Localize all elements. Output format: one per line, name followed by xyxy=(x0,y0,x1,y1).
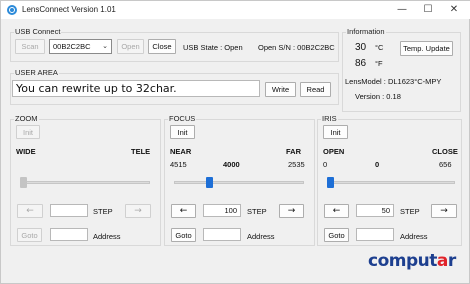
zoom-slider-thumb[interactable] xyxy=(20,177,27,188)
iris-goto-button[interactable]: Goto xyxy=(324,228,349,242)
iris-min-value: 0 xyxy=(323,160,328,169)
read-button[interactable]: Read xyxy=(300,82,331,97)
app-icon xyxy=(7,5,17,15)
serial-number-text: Open S/N : 00B2C2BC xyxy=(258,43,335,52)
information-label: Information xyxy=(346,27,386,36)
logo-main-text: comput xyxy=(368,251,437,271)
focus-min-label: NEAR xyxy=(170,147,192,156)
minimize-button[interactable]: — xyxy=(389,1,415,19)
iris-slider-track[interactable] xyxy=(327,181,455,184)
temp-fahrenheit-value: 86 xyxy=(355,58,367,69)
focus-max-label: FAR xyxy=(286,147,301,156)
lens-model-text: LensModel : DL1623°C-MPY xyxy=(345,77,442,86)
iris-min-label: OPEN xyxy=(323,147,345,156)
zoom-max-label: TELE xyxy=(131,147,151,156)
zoom-step-label: STEP xyxy=(93,207,113,216)
focus-goto-button[interactable]: Goto xyxy=(171,228,196,242)
iris-left-button[interactable]: ← xyxy=(324,204,349,218)
focus-address-label: Address xyxy=(247,232,275,241)
chevron-down-icon: ⌄ xyxy=(102,42,108,50)
fahrenheit-unit: °F xyxy=(375,59,383,68)
focus-min-value: 4515 xyxy=(170,160,187,169)
scan-button[interactable]: Scan xyxy=(15,39,45,54)
window-title: LensConnect Version 1.01 xyxy=(22,5,116,14)
computar-logo: computar xyxy=(368,251,456,271)
device-select-value: 00B2C2BC xyxy=(53,42,91,51)
open-button[interactable]: Open xyxy=(117,39,144,54)
zoom-min-label: WIDE xyxy=(16,147,36,156)
usb-state-text: USB State : Open xyxy=(183,43,243,52)
iris-current-value: 0 xyxy=(375,160,380,169)
device-select[interactable]: 00B2C2BC ⌄ xyxy=(49,39,112,54)
user-area-input[interactable]: You can rewrite up to 32char. xyxy=(12,80,260,97)
iris-right-button[interactable]: → xyxy=(431,204,457,218)
logo-tail-text: r xyxy=(447,251,456,271)
version-text: Version : 0.18 xyxy=(355,92,401,101)
focus-current-value: 4000 xyxy=(223,160,240,169)
focus-step-input[interactable]: 100 xyxy=(203,204,241,217)
focus-address-input[interactable] xyxy=(203,228,241,241)
iris-max-value: 656 xyxy=(439,160,452,169)
iris-step-label: STEP xyxy=(400,207,420,216)
close-window-button[interactable]: ✕ xyxy=(441,1,467,19)
write-button[interactable]: Write xyxy=(265,82,296,97)
zoom-step-input[interactable] xyxy=(50,204,88,217)
iris-label: IRIS xyxy=(321,114,338,123)
zoom-slider-track[interactable] xyxy=(20,181,150,184)
iris-init-button[interactable]: Init xyxy=(323,125,348,139)
focus-right-button[interactable]: → xyxy=(279,204,304,218)
focus-slider-thumb[interactable] xyxy=(205,177,213,188)
zoom-address-label: Address xyxy=(93,232,121,241)
iris-address-label: Address xyxy=(400,232,428,241)
temp-update-button[interactable]: Temp. Update xyxy=(400,41,453,56)
iris-slider-thumb[interactable] xyxy=(327,177,334,188)
title-bar[interactable]: LensConnect Version 1.01 — ☐ ✕ xyxy=(1,1,470,19)
celsius-unit: °C xyxy=(375,43,384,52)
focus-slider-track[interactable] xyxy=(174,181,304,184)
user-area-label: USER AREA xyxy=(14,68,59,77)
iris-address-input[interactable] xyxy=(356,228,394,241)
focus-label: FOCUS xyxy=(168,114,197,123)
zoom-address-input[interactable] xyxy=(50,228,88,241)
focus-max-value: 2535 xyxy=(288,160,305,169)
iris-max-label: CLOSE xyxy=(432,147,458,156)
logo-accent-text: a xyxy=(436,251,448,271)
temp-celsius-value: 30 xyxy=(355,42,367,53)
focus-left-button[interactable]: ← xyxy=(171,204,196,218)
usb-connect-label: USB Connect xyxy=(14,27,62,36)
maximize-button[interactable]: ☐ xyxy=(415,1,441,19)
focus-step-label: STEP xyxy=(247,207,267,216)
iris-step-input[interactable]: 50 xyxy=(356,204,394,217)
zoom-init-button[interactable]: Init xyxy=(16,125,40,139)
lensconnect-window: LensConnect Version 1.01 — ☐ ✕ USB Conne… xyxy=(0,0,470,284)
zoom-label: ZOOM xyxy=(14,114,39,123)
zoom-goto-button[interactable]: Goto xyxy=(17,228,42,242)
zoom-left-button[interactable]: ← xyxy=(17,204,43,218)
close-button[interactable]: Close xyxy=(148,39,176,54)
focus-init-button[interactable]: Init xyxy=(170,125,195,139)
zoom-right-button[interactable]: → xyxy=(125,204,151,218)
